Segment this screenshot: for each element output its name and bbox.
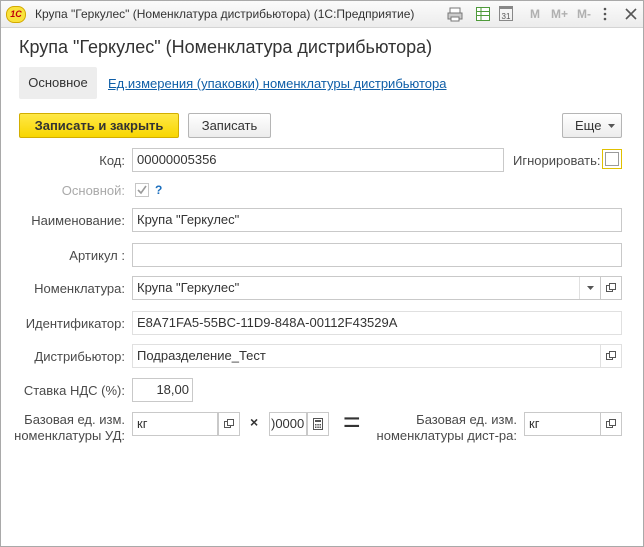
open-window-icon (606, 351, 616, 360)
article-field[interactable] (132, 243, 622, 267)
checkmark-icon (137, 185, 147, 195)
page-title: Крупа "Геркулес" (Номенклатура дистрибью… (19, 37, 433, 57)
title-bar: 1С Крупа "Геркулес" (Номенклатура дистри… (1, 1, 643, 28)
equals-sign: = (343, 406, 361, 439)
save-button[interactable]: Записать (188, 113, 271, 138)
print-icon[interactable] (447, 6, 463, 22)
coefficient-field[interactable]: )0000 (269, 412, 307, 436)
nomenclature-dropdown-button[interactable] (579, 277, 601, 299)
base-unit-dist-label-2: номенклатуры дист-ра: (376, 428, 517, 443)
nomenclature-label: Номенклатура: (34, 281, 125, 296)
open-window-icon (606, 283, 616, 292)
article-label: Артикул : (69, 248, 125, 263)
memory-minus-button[interactable]: M- (577, 7, 591, 21)
tab-main[interactable]: Основное (19, 67, 97, 99)
app-logo-icon[interactable]: 1С (6, 6, 26, 23)
calendar-icon[interactable]: 31 (499, 6, 513, 21)
open-window-icon (606, 419, 616, 428)
more-vertical-icon[interactable] (597, 6, 613, 22)
id-label: Идентификатор: (25, 316, 125, 331)
save-and-close-button[interactable]: Записать и закрыть (19, 113, 179, 138)
base-unit-ud-open-button[interactable] (218, 412, 240, 436)
base-unit-dist-label-1: Базовая ед. изм. (416, 412, 517, 427)
base-unit-dist-open-button[interactable] (600, 412, 622, 436)
name-field[interactable]: Крупа "Геркулес" (132, 208, 622, 232)
base-unit-dist-field[interactable]: кг (524, 412, 601, 436)
calculator-button[interactable] (307, 412, 329, 436)
spreadsheet-icon[interactable] (475, 6, 491, 22)
base-unit-ud-label-2: номенклатуры УД: (14, 428, 125, 443)
more-button-label: Еще (575, 118, 602, 133)
chevron-down-icon (587, 286, 594, 290)
multiply-sign: × (250, 414, 259, 430)
help-icon[interactable]: ? (155, 183, 162, 197)
vat-field[interactable]: 18,00 (132, 378, 193, 402)
name-label: Наименование: (31, 213, 125, 228)
nomenclature-field[interactable]: Крупа "Геркулес" (132, 276, 601, 300)
base-unit-ud-field[interactable]: кг (132, 412, 218, 436)
main-checkbox[interactable] (135, 183, 149, 197)
tab-units[interactable]: Ед.измерения (упаковки) номенклатуры дис… (108, 76, 447, 91)
close-icon[interactable] (623, 6, 639, 22)
calendar-day: 31 (501, 12, 511, 21)
id-field[interactable]: E8A71FA5-55BC-11D9-848A-00112F43529A (132, 311, 622, 335)
open-window-icon (224, 419, 234, 428)
distributor-label: Дистрибьютор: (34, 349, 125, 364)
distributor-open-button[interactable] (600, 344, 622, 368)
main-label: Основной: (61, 183, 125, 198)
ignore-checkbox[interactable] (605, 152, 619, 166)
distributor-field[interactable]: Подразделение_Тест (132, 344, 601, 368)
form-window: 1С Крупа "Геркулес" (Номенклатура дистри… (0, 0, 644, 547)
code-field[interactable]: 00000005356 (132, 148, 504, 172)
more-button[interactable]: Еще (562, 113, 622, 138)
base-unit-ud-label-1: Базовая ед. изм. (24, 412, 125, 427)
vat-label: Ставка НДС (%): (23, 383, 125, 398)
code-label: Код: (99, 153, 125, 168)
memory-plus-button[interactable]: M+ (551, 7, 568, 21)
window-title: Крупа "Геркулес" (Номенклатура дистрибью… (35, 7, 415, 21)
nomenclature-open-button[interactable] (600, 276, 622, 300)
chevron-down-icon (608, 124, 615, 128)
memory-button[interactable]: M (530, 7, 540, 21)
calculator-icon (313, 418, 323, 430)
ignore-label: Игнорировать: (513, 153, 601, 168)
